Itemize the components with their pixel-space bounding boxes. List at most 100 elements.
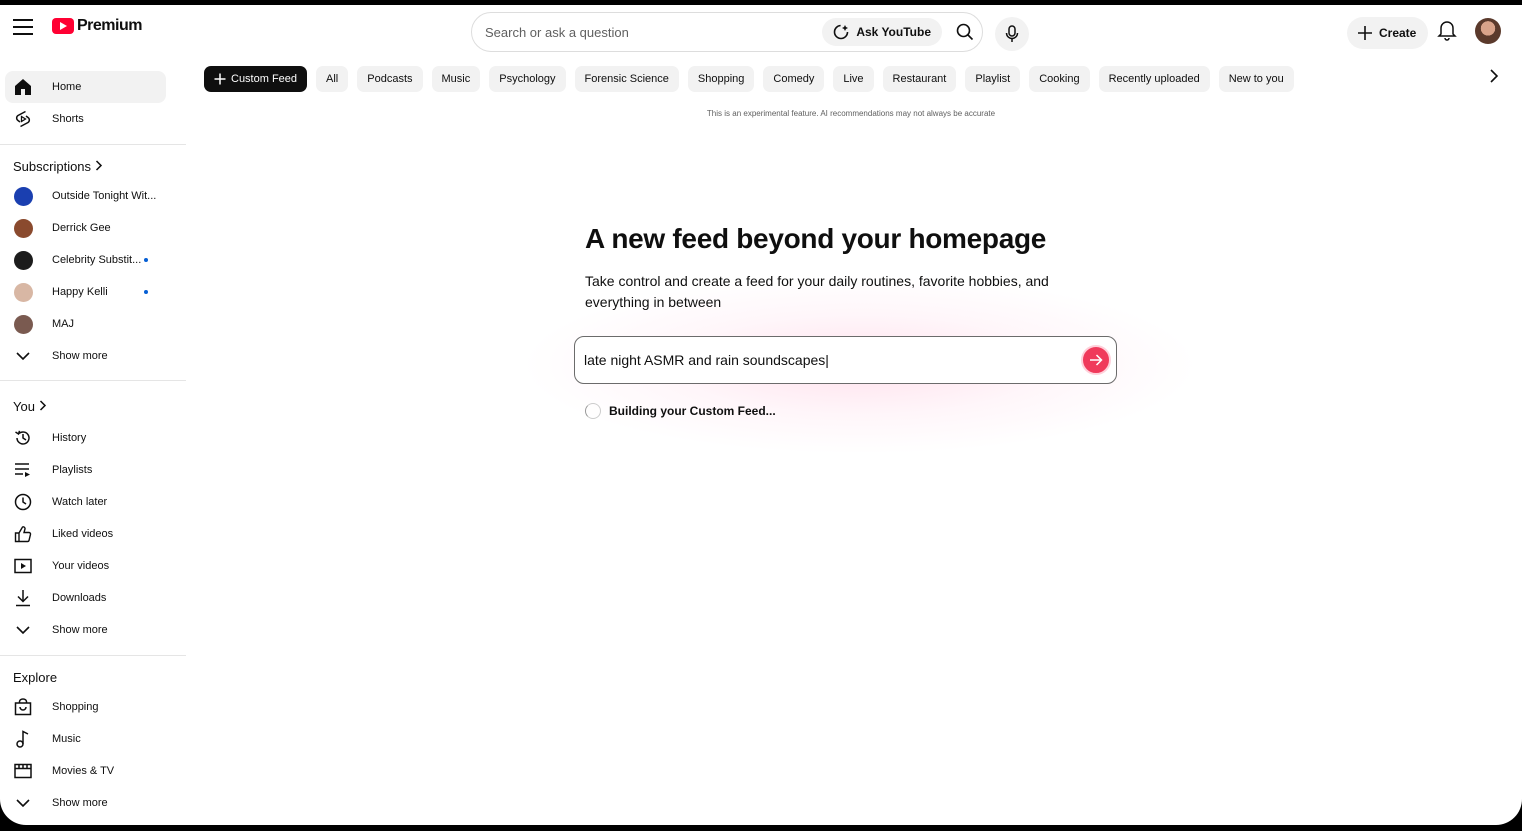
sidebar-item-shorts[interactable]: Shorts (5, 103, 166, 135)
chip-shopping[interactable]: Shopping (687, 66, 755, 92)
plus-icon (1358, 26, 1372, 40)
chevron-right-icon (95, 159, 103, 174)
chevron-down-icon (13, 798, 33, 808)
chip-forensic-science[interactable]: Forensic Science (574, 66, 679, 92)
sidebar-item-label: History (52, 432, 87, 444)
sidebar-item-label: Liked videos (52, 528, 114, 540)
create-button[interactable]: Create (1347, 17, 1429, 49)
chevron-right-icon (39, 399, 47, 414)
you-header[interactable]: You (13, 399, 47, 414)
app-window: Premium Search or ask a question Ask You… (0, 5, 1522, 825)
shopping-bag-icon (13, 698, 33, 716)
chip-psychology[interactable]: Psychology (489, 66, 566, 92)
chip-new-to-you[interactable]: New to you (1218, 66, 1294, 92)
clock-icon (13, 493, 33, 511)
sidebar-item-subscription[interactable]: Happy Kelli (5, 276, 166, 308)
chip-comedy[interactable]: Comedy (763, 66, 825, 92)
film-icon (13, 763, 33, 779)
chip-restaurant[interactable]: Restaurant (882, 66, 957, 92)
avatar (13, 282, 33, 302)
you-show-more-button[interactable]: Show more (5, 614, 166, 646)
chip-all[interactable]: All (316, 66, 349, 92)
music-note-icon (13, 730, 33, 748)
sidebar-item-label: Home (52, 81, 82, 93)
sidebar-item-label: MAJ (52, 318, 74, 330)
voice-search-button[interactable] (995, 17, 1029, 51)
sidebar-item-label: Shopping (52, 701, 99, 713)
search-bar[interactable]: Search or ask a question Ask YouTube (471, 12, 983, 52)
new-content-dot (144, 258, 148, 262)
channel-avatar (13, 250, 33, 270)
ask-youtube-label: Ask YouTube (856, 25, 931, 39)
chip-music[interactable]: Music (431, 66, 481, 92)
sidebar-item-label: Show more (52, 350, 108, 362)
custom-feed-chip[interactable]: Custom Feed (204, 66, 308, 92)
explore-show-more-button[interactable]: Show more (5, 787, 166, 819)
menu-icon[interactable] (13, 19, 33, 35)
sidebar-item-label: Movies & TV (52, 765, 115, 777)
playlists-icon (13, 462, 33, 478)
search-button[interactable] (948, 12, 982, 52)
new-content-dot (144, 290, 148, 294)
youtube-premium-logo[interactable]: Premium (52, 17, 142, 35)
chip-recently-uploaded[interactable]: Recently uploaded (1098, 66, 1210, 92)
sidebar-item-label: Downloads (52, 592, 107, 604)
account-avatar[interactable] (1475, 18, 1501, 44)
microphone-icon (1005, 25, 1019, 42)
top-bar: Premium Search or ask a question Ask You… (0, 5, 1522, 57)
avatar (13, 218, 33, 238)
chip-cooking[interactable]: Cooking (1029, 66, 1090, 92)
download-icon (13, 589, 33, 607)
prompt-input[interactable]: late night ASMR and rain soundscapes| (575, 352, 1081, 368)
sidebar-item-subscription[interactable]: MAJ (5, 308, 166, 340)
page-title: A new feed beyond your homepage (585, 223, 1047, 254)
youtube-logo-icon (52, 18, 74, 34)
chevron-down-icon (13, 625, 33, 635)
custom-feed-prompt[interactable]: late night ASMR and rain soundscapes| (574, 336, 1117, 384)
chips-next-button[interactable] (1489, 69, 1499, 88)
submit-button[interactable] (1081, 345, 1111, 375)
subscriptions-show-more-button[interactable]: Show more (5, 340, 166, 372)
page-subtitle: Take control and create a feed for your … (585, 273, 1049, 310)
divider (0, 380, 186, 381)
chevron-right-icon (1490, 69, 1499, 83)
chip-bar: Custom Feed All Podcasts Music Psychology Fo… (204, 66, 1294, 92)
sidebar-item-subscription[interactable]: Derrick Gee (5, 212, 166, 244)
sidebar-item-music[interactable]: Music (5, 723, 166, 755)
sidebar-item-subscription[interactable]: Celebrity Substit... (5, 244, 166, 276)
sidebar-item-subscription[interactable]: Outside Tonight Wit... (5, 180, 166, 212)
sidebar-item-label: Celebrity Substit... (52, 254, 142, 266)
sidebar-item-label: Show more (52, 624, 108, 636)
avatar (13, 186, 33, 206)
sparkle-icon (834, 24, 849, 40)
plus-icon (214, 73, 226, 85)
bell-icon (1437, 21, 1457, 41)
loading-spinner-icon (585, 403, 601, 419)
sidebar-item-history[interactable]: History (5, 422, 166, 454)
avatar (13, 314, 33, 334)
chip-live[interactable]: Live (833, 66, 874, 92)
play-square-icon (13, 558, 33, 574)
channel-avatar (13, 282, 33, 302)
chip-playlist[interactable]: Playlist (965, 66, 1021, 92)
section-title: You (13, 399, 35, 414)
sidebar-item-label: Show more (52, 797, 108, 809)
status-text: Building your Custom Feed... (609, 404, 776, 418)
sidebar-item-label: Your videos (52, 560, 110, 572)
home-icon (13, 78, 33, 96)
sidebar-item-home[interactable]: Home (5, 71, 166, 103)
device-frame: Premium Search or ask a question Ask You… (0, 0, 1522, 831)
sidebar-item-movies-tv[interactable]: Movies & TV (5, 755, 166, 787)
notifications-button[interactable] (1437, 19, 1457, 46)
search-input[interactable]: Search or ask a question (472, 25, 822, 40)
subscriptions-header[interactable]: Subscriptions (13, 159, 103, 174)
sidebar-item-playlists[interactable]: Playlists (5, 454, 166, 486)
sidebar-item-your-videos[interactable]: Your videos (5, 550, 166, 582)
sidebar-item-shopping[interactable]: Shopping (5, 691, 166, 723)
chip-podcasts[interactable]: Podcasts (357, 66, 423, 92)
thumbs-up-icon (13, 525, 33, 543)
ask-youtube-button[interactable]: Ask YouTube (822, 18, 942, 46)
sidebar-item-watch-later[interactable]: Watch later (5, 486, 166, 518)
sidebar-item-liked-videos[interactable]: Liked videos (5, 518, 166, 550)
sidebar-item-downloads[interactable]: Downloads (5, 582, 166, 614)
